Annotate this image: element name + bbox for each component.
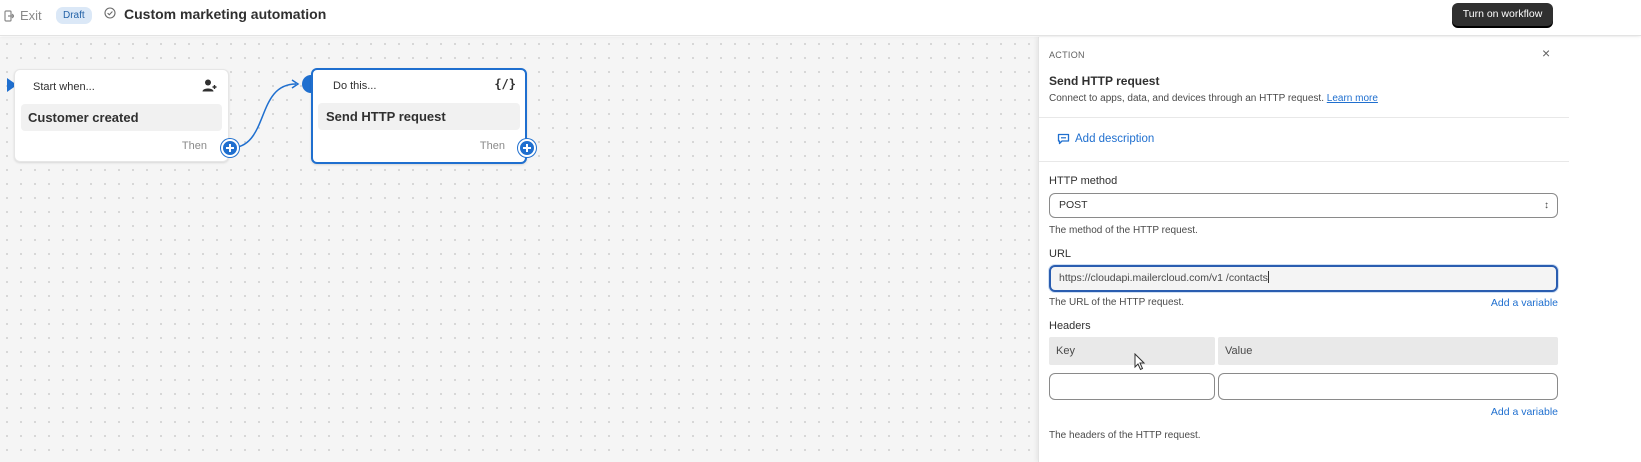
then-label: Then [181, 140, 207, 152]
headers-value-column: Value [1218, 337, 1558, 365]
close-icon[interactable]: × [1542, 46, 1550, 60]
action-settings-panel: ACTION × Send HTTP request Connect to ap… [1038, 37, 1641, 462]
trigger-node[interactable]: Start when... Customer created Then [14, 69, 229, 162]
url-add-variable-link[interactable]: Add a variable [1491, 297, 1558, 309]
learn-more-link[interactable]: Learn more [1327, 93, 1378, 104]
panel-eyebrow: ACTION [1049, 50, 1085, 60]
add-description-label: Add description [1075, 133, 1155, 145]
headers-label: Headers [1049, 320, 1091, 332]
add-description-button[interactable]: Add description [1057, 133, 1154, 145]
status-badge: Draft [56, 7, 92, 24]
action-node[interactable]: Do this... {/} Send HTTP request Then [311, 68, 527, 164]
turn-on-workflow-button[interactable]: Turn on workflow [1452, 3, 1553, 26]
http-method-label: HTTP method [1049, 175, 1118, 187]
panel-description-text: Connect to apps, data, and devices throu… [1049, 93, 1324, 104]
header-key-input[interactable] [1049, 373, 1215, 400]
exit-icon [4, 9, 14, 22]
http-method-value: POST [1059, 199, 1088, 211]
exit-label: Exit [20, 8, 42, 23]
node-header: Do this... [333, 80, 377, 92]
url-help: The URL of the HTTP request. [1049, 297, 1185, 308]
text-caret [1267, 271, 1269, 283]
comment-icon [1057, 133, 1070, 145]
node-title: Customer created [21, 104, 222, 131]
top-bar: Exit Draft Custom marketing automation T… [0, 0, 1641, 36]
panel-title: Send HTTP request [1049, 74, 1160, 88]
select-chevron-icon: ↕ [1544, 200, 1549, 211]
url-label: URL [1049, 248, 1072, 260]
divider [1039, 161, 1569, 162]
code-braces-icon: {/} [494, 77, 516, 91]
url-value: https://cloudapi.mailercloud.com/v1 /con… [1059, 272, 1268, 284]
check-circle-icon [104, 7, 116, 19]
headers-key-column: Key [1049, 337, 1215, 365]
http-method-help: The method of the HTTP request. [1049, 225, 1198, 236]
mouse-pointer-icon [1134, 353, 1146, 371]
add-step-button[interactable] [518, 139, 536, 157]
page-title: Custom marketing automation [124, 6, 327, 22]
person-add-icon [202, 79, 217, 92]
headers-add-variable-link[interactable]: Add a variable [1491, 406, 1558, 418]
add-step-button[interactable] [221, 139, 239, 157]
then-label: Then [479, 140, 505, 152]
http-method-select[interactable]: POST ↕ [1049, 193, 1558, 218]
panel-description: Connect to apps, data, and devices throu… [1049, 93, 1378, 104]
divider [1039, 117, 1569, 118]
exit-button[interactable]: Exit [4, 8, 42, 23]
header-value-input[interactable] [1218, 373, 1558, 400]
headers-help: The headers of the HTTP request. [1049, 430, 1201, 441]
node-title: Send HTTP request [318, 103, 520, 130]
node-header: Start when... [33, 81, 95, 93]
url-input[interactable]: https://cloudapi.mailercloud.com/v1 /con… [1049, 265, 1558, 292]
